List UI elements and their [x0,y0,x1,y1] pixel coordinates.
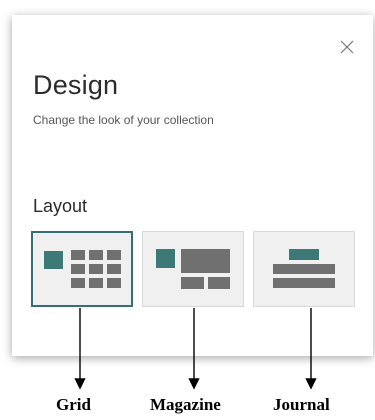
annotation-label-journal: Journal [273,395,330,414]
magazine-arrowhead-icon [188,378,200,390]
annotation-label-grid: Grid [56,395,91,414]
journal-arrowhead-icon [305,378,317,390]
annotation-label-magazine: Magazine [150,395,221,414]
annotation-arrows [74,308,317,390]
grid-arrowhead-icon [74,378,86,390]
